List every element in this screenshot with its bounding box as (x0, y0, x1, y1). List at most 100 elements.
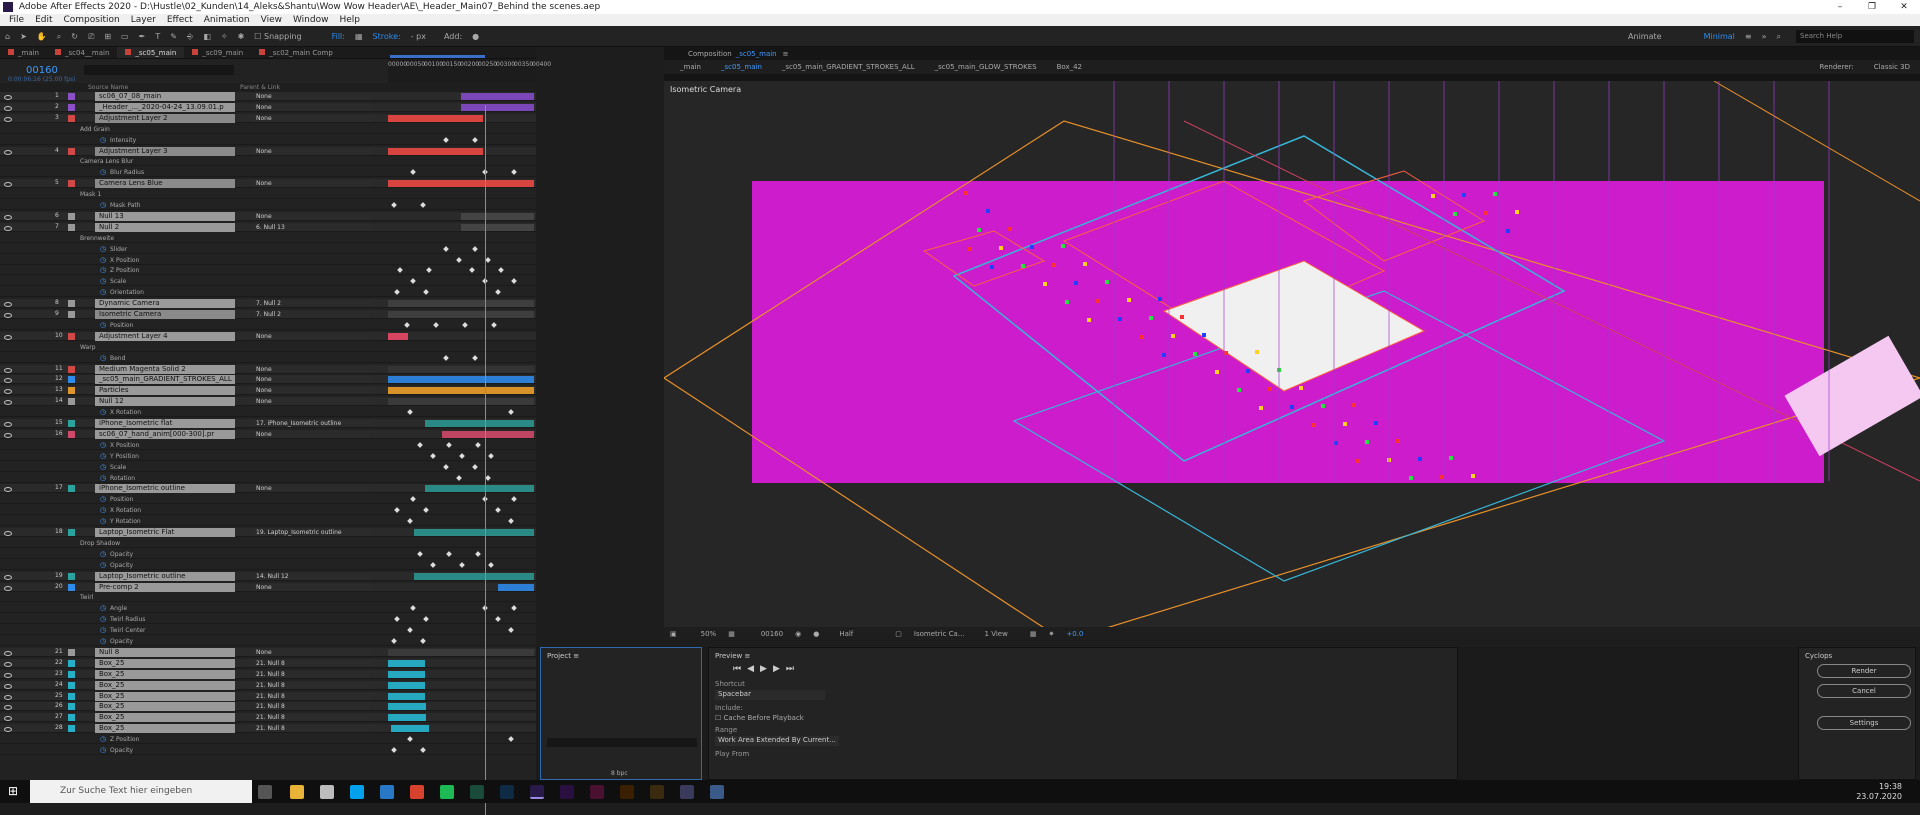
property-name[interactable]: Opacity (110, 561, 133, 570)
project-search-input[interactable] (547, 738, 697, 747)
effect-name[interactable]: Warp (80, 343, 96, 352)
layer-name[interactable]: Laptop_Isometric outline (95, 571, 235, 581)
zoom-tool-icon[interactable]: ⌕ (52, 26, 66, 47)
photoshop-icon[interactable] (500, 785, 514, 799)
visibility-eye-icon[interactable] (3, 660, 12, 667)
workspace-minimal[interactable]: Minimal (1699, 26, 1740, 47)
visibility-eye-icon[interactable] (3, 213, 12, 220)
keyframe-icon[interactable] (423, 289, 429, 296)
keyframe-icon[interactable] (391, 747, 397, 753)
effect-name[interactable]: Mask 1 (80, 190, 101, 199)
stopwatch-icon[interactable]: ◷ (100, 735, 106, 744)
layer-name[interactable]: Box_25 (95, 680, 235, 690)
property-row[interactable]: Orientation ◷ (0, 288, 536, 298)
stopwatch-icon[interactable]: ◷ (100, 321, 106, 330)
range-dropdown[interactable]: Work Area Extended By Current... (715, 736, 839, 746)
effect-name[interactable]: Twirl (80, 593, 93, 602)
work-area-bar[interactable] (390, 55, 485, 58)
layer-name[interactable]: Particles (95, 386, 235, 396)
spotify-icon[interactable] (440, 785, 454, 799)
puppet-tool-icon[interactable]: ✱ (233, 26, 250, 47)
keyframe-icon[interactable] (423, 507, 429, 514)
visibility-eye-icon[interactable] (3, 573, 12, 580)
app-icon[interactable] (710, 785, 724, 799)
layer-duration-bar[interactable] (388, 376, 534, 384)
stopwatch-icon[interactable]: ◷ (100, 517, 106, 526)
label-color-swatch[interactable] (68, 180, 75, 188)
layer-duration-bar[interactable] (388, 311, 534, 318)
keyframe-icon[interactable] (426, 267, 432, 274)
skype-icon[interactable] (350, 785, 364, 799)
keyframe-icon[interactable] (420, 747, 426, 753)
property-name[interactable]: Position (110, 321, 133, 330)
property-row[interactable]: Angle ◷ (0, 604, 536, 614)
effect-group-row[interactable]: Mask 1 (0, 190, 536, 200)
property-row[interactable]: Y Position ◷ (0, 451, 536, 461)
keyframe-icon[interactable] (472, 245, 478, 252)
parent-dropdown[interactable]: 19. Laptop_Isometric outline (253, 529, 371, 536)
visibility-eye-icon[interactable] (3, 671, 12, 678)
always-preview-icon[interactable]: ▣ (664, 630, 683, 638)
property-row[interactable]: Rotation ◷ (0, 473, 536, 483)
label-color-swatch[interactable] (68, 714, 75, 722)
keyframe-icon[interactable] (407, 627, 413, 633)
stopwatch-icon[interactable]: ◷ (100, 604, 106, 613)
keyframe-icon[interactable] (397, 267, 403, 274)
stopwatch-icon[interactable]: ◷ (100, 168, 106, 177)
keyframe-icon[interactable] (485, 474, 491, 481)
keyframe-icon[interactable] (420, 638, 426, 644)
parent-dropdown[interactable]: None (253, 398, 371, 406)
effect-group-row[interactable]: Camera Lens Blur (0, 157, 536, 167)
menu-item[interactable]: Composition (64, 14, 120, 26)
timeline-tab[interactable]: _main (0, 47, 47, 58)
workspace-animate[interactable]: Animate (1623, 26, 1667, 47)
layer-name[interactable]: Isometric Camera (95, 310, 235, 319)
layer-duration-bar[interactable] (461, 223, 534, 231)
keyframe-icon[interactable] (443, 463, 449, 470)
property-row[interactable]: Opacity ◷ (0, 637, 536, 646)
parent-dropdown[interactable]: 21. Null 8 (253, 681, 371, 689)
indesign-icon[interactable] (590, 785, 604, 799)
stopwatch-icon[interactable]: ◷ (100, 615, 106, 624)
property-name[interactable]: Scale (110, 277, 126, 286)
viewer-canvas[interactable] (664, 81, 1920, 627)
render-button[interactable]: Render (1817, 664, 1911, 678)
type-tool-icon[interactable]: T (150, 26, 165, 47)
view-layout-dropdown[interactable]: 1 View (979, 630, 1014, 638)
parent-dropdown[interactable]: None (253, 180, 371, 188)
layer-row[interactable]: 27 Box_25 21. Null 8 (0, 713, 536, 723)
property-name[interactable]: Blur Radius (110, 168, 144, 177)
layer-duration-bar[interactable] (388, 681, 425, 689)
layer-row[interactable]: 23 Box_25 21. Null 8 (0, 669, 536, 679)
layer-row[interactable]: 22 Box_25 21. Null 8 (0, 658, 536, 668)
region-icon[interactable]: ▢ (889, 630, 908, 638)
property-row[interactable]: Bend ◷ (0, 353, 536, 363)
keyframe-icon[interactable] (410, 278, 416, 285)
property-name[interactable]: X Rotation (110, 506, 141, 515)
keyframe-icon[interactable] (472, 354, 478, 361)
current-time-indicator[interactable] (485, 105, 486, 815)
timeline-tab[interactable]: _sc04__main (47, 47, 117, 58)
menu-item[interactable]: Help (339, 14, 360, 26)
keyframe-icon[interactable] (420, 202, 426, 208)
stopwatch-icon[interactable]: ◷ (100, 626, 106, 635)
keyframe-icon[interactable] (443, 136, 449, 143)
effect-group-row[interactable]: Add Grain (0, 124, 536, 134)
layer-row[interactable]: 10 Adjustment Layer 4 None (0, 331, 536, 341)
layer-name[interactable]: Adjustment Layer 2 (95, 113, 235, 123)
layer-name[interactable]: Adjustment Layer 4 (95, 331, 235, 341)
store-icon[interactable] (380, 785, 394, 799)
keyframe-icon[interactable] (475, 441, 481, 448)
layer-name[interactable]: iPhone_Isometric flat (95, 419, 235, 428)
parent-dropdown[interactable]: 21. Null 8 (253, 692, 371, 700)
keyframe-icon[interactable] (498, 267, 504, 274)
stopwatch-icon[interactable]: ◷ (100, 637, 106, 646)
keyframe-icon[interactable] (430, 561, 436, 568)
renderer-value[interactable]: Classic 3D (1864, 63, 1920, 71)
property-row[interactable]: Opacity ◷ (0, 746, 536, 755)
layer-duration-bar[interactable] (388, 387, 534, 395)
audition-icon[interactable] (470, 785, 484, 799)
effect-name[interactable]: Brennweite (80, 234, 114, 243)
keyframe-icon[interactable] (475, 550, 481, 557)
layer-row[interactable]: 8 Dynamic Camera 7. Null 2 (0, 299, 536, 309)
